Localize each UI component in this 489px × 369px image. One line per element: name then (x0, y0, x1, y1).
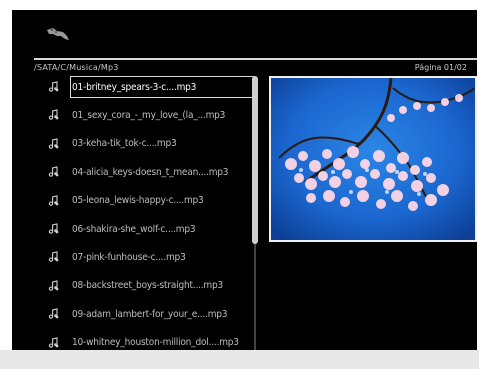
playlist-item-label: 01_sexy_cora_-_my_love_(la_...mp3 (72, 109, 226, 121)
music-note-icon (34, 336, 72, 349)
music-note-icon (34, 81, 72, 93)
playlist-item-label: 10-whitney_houston-million_dol....mp3 (72, 337, 239, 349)
music-note-icon (34, 280, 72, 292)
playlist-scrollbar[interactable] (252, 76, 258, 360)
music-note-icon (34, 194, 72, 207)
right-frame (479, 0, 489, 369)
playlist-item-label: 06-shakira-she_wolf-c....mp3 (72, 223, 196, 235)
bottom-frame (0, 350, 489, 369)
music-note-icon (34, 308, 72, 320)
music-note-icon (34, 251, 72, 263)
selection-highlight (70, 76, 256, 98)
media-player-screen: /SATA/C/Musica/Mp3 Página 01/02 01-britn… (12, 10, 477, 360)
playlist-item-label: 09-adam_lambert-for_your_e....mp3 (72, 308, 228, 320)
playlist-item[interactable]: 06-shakira-she_wolf-c....mp3 (34, 218, 257, 240)
playlist-item-label: 04-alicia_keys-doesn_t_mean....mp3 (72, 166, 229, 178)
cherry-blossom-thumbnail (271, 78, 475, 240)
playlist-item[interactable]: 03-keha-tik_tok-c....mp3 (34, 133, 257, 155)
folder-path: /SATA/C/Musica/Mp3 (34, 63, 119, 72)
remote-control-icon[interactable] (45, 26, 71, 44)
playlist-item-label: 03-keha-tik_tok-c....mp3 (72, 138, 177, 150)
music-note-icon (34, 223, 72, 235)
album-art-preview (269, 76, 477, 242)
playlist-item[interactable]: 05-leona_lewis-happy-c....mp3 (34, 190, 257, 212)
playlist-item-label: 08-backstreet_boys-straight....mp3 (72, 280, 224, 292)
playlist-item[interactable]: 09-adam_lambert-for_your_e....mp3 (34, 303, 257, 325)
playlist-item-label: 05-leona_lewis-happy-c....mp3 (72, 195, 204, 207)
header-divider (34, 58, 477, 60)
playlist: 01-britney_spears-3-c....mp3 01_sexy_cora… (34, 76, 257, 360)
playlist-item-label: 07-pink-funhouse-c....mp3 (72, 251, 186, 263)
playlist-item[interactable]: 01-britney_spears-3-c....mp3 (34, 76, 257, 98)
music-note-icon (34, 109, 72, 121)
music-note-icon (34, 166, 72, 178)
page-indicator: Página 01/02 (414, 63, 467, 72)
playlist-item[interactable]: 04-alicia_keys-doesn_t_mean....mp3 (34, 161, 257, 183)
scroll-thumb[interactable] (252, 76, 258, 245)
playlist-item[interactable]: 08-backstreet_boys-straight....mp3 (34, 275, 257, 297)
playlist-item[interactable]: 01_sexy_cora_-_my_love_(la_...mp3 (34, 104, 257, 126)
music-note-icon (34, 138, 72, 150)
playlist-item[interactable]: 07-pink-funhouse-c....mp3 (34, 246, 257, 268)
